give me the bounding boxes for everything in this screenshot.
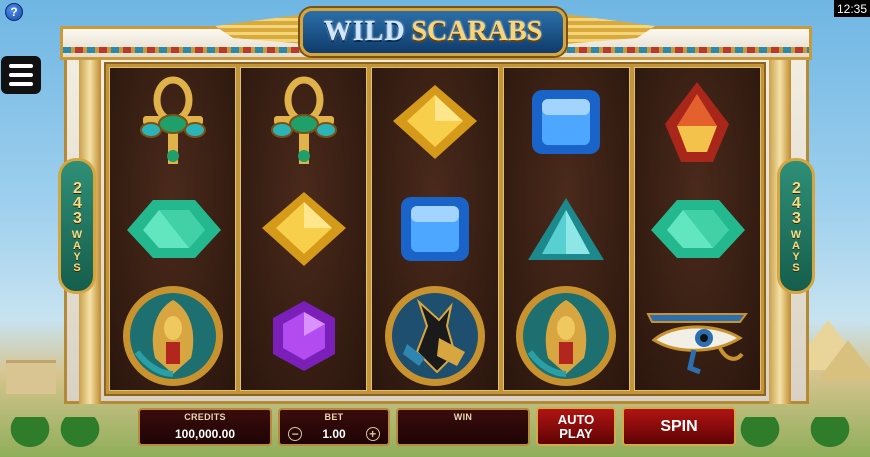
autoplay-label-2: PLAY: [559, 425, 593, 441]
ankh-scarab-symbol-icon: [110, 68, 235, 175]
hamburger-icon: [9, 82, 33, 86]
ways-number: 243: [788, 179, 805, 225]
reel-2: [240, 67, 368, 391]
background-palm: [730, 417, 790, 457]
blue-square-gem-symbol-icon: [504, 68, 629, 175]
reel-5: [633, 67, 762, 391]
bet-decrease-button[interactable]: −: [288, 427, 303, 441]
help-button[interactable]: ?: [5, 3, 23, 21]
autoplay-button[interactable]: AUTO PLAY: [536, 407, 616, 446]
reel-grid: [104, 62, 766, 396]
game-logo: WILD SCARABS: [300, 8, 566, 56]
hamburger-icon: [9, 64, 33, 68]
win-label: WIN: [453, 412, 473, 422]
green-emerald-symbol-icon: [110, 175, 235, 282]
background-temple: [6, 360, 56, 394]
menu-button[interactable]: [1, 56, 41, 94]
eye-of-horus-symbol-icon: [635, 283, 760, 390]
ways-badge-left: 243 WAYS: [58, 158, 96, 294]
credits-value: 100,000.00: [174, 427, 236, 441]
ways-number: 243: [69, 179, 86, 225]
blue-square-gem-symbol-icon: [372, 175, 497, 282]
yellow-diamond-symbol-icon: [372, 68, 497, 175]
bet-display: BET − 1.00 +: [278, 408, 390, 446]
logo-word-scarabs: SCARABS: [411, 16, 543, 47]
ways-badge-right: 243 WAYS: [777, 158, 815, 294]
autoplay-label-1: AUTO: [557, 411, 595, 427]
credits-label: CREDITS: [184, 412, 226, 422]
ways-label: WAYS: [71, 228, 83, 273]
cyan-triangle-gem-symbol-icon: [504, 175, 629, 282]
background-palm: [50, 417, 110, 457]
hamburger-icon: [9, 73, 33, 77]
purple-gem-symbol-icon: [241, 283, 366, 390]
reel-4: [502, 67, 630, 391]
reel-1: [109, 67, 237, 391]
background-palm: [800, 417, 860, 457]
ankh-scarab-symbol-icon: [241, 68, 366, 175]
spin-button[interactable]: SPIN: [622, 407, 736, 446]
credits-display: CREDITS 100,000.00: [138, 408, 272, 446]
ways-label: WAYS: [790, 228, 802, 273]
anubis-medallion-symbol-icon: [372, 282, 497, 390]
bet-value: 1.00: [322, 427, 346, 441]
scarab-medallion-symbol-icon: [110, 282, 235, 390]
red-gem-symbol-icon: [635, 68, 760, 175]
win-display: WIN: [396, 408, 530, 446]
yellow-diamond-symbol-icon: [241, 175, 366, 282]
scarab-medallion-symbol-icon: [504, 282, 629, 390]
bet-label: BET: [324, 412, 344, 422]
clock: 12:35: [834, 0, 870, 17]
bet-increase-button[interactable]: +: [365, 427, 380, 441]
green-emerald-symbol-icon: [635, 175, 760, 282]
background-pyramid: [818, 340, 870, 380]
help-icon: ?: [10, 5, 18, 19]
logo-word-wild: WILD: [323, 16, 406, 47]
reel-3: [371, 67, 499, 391]
